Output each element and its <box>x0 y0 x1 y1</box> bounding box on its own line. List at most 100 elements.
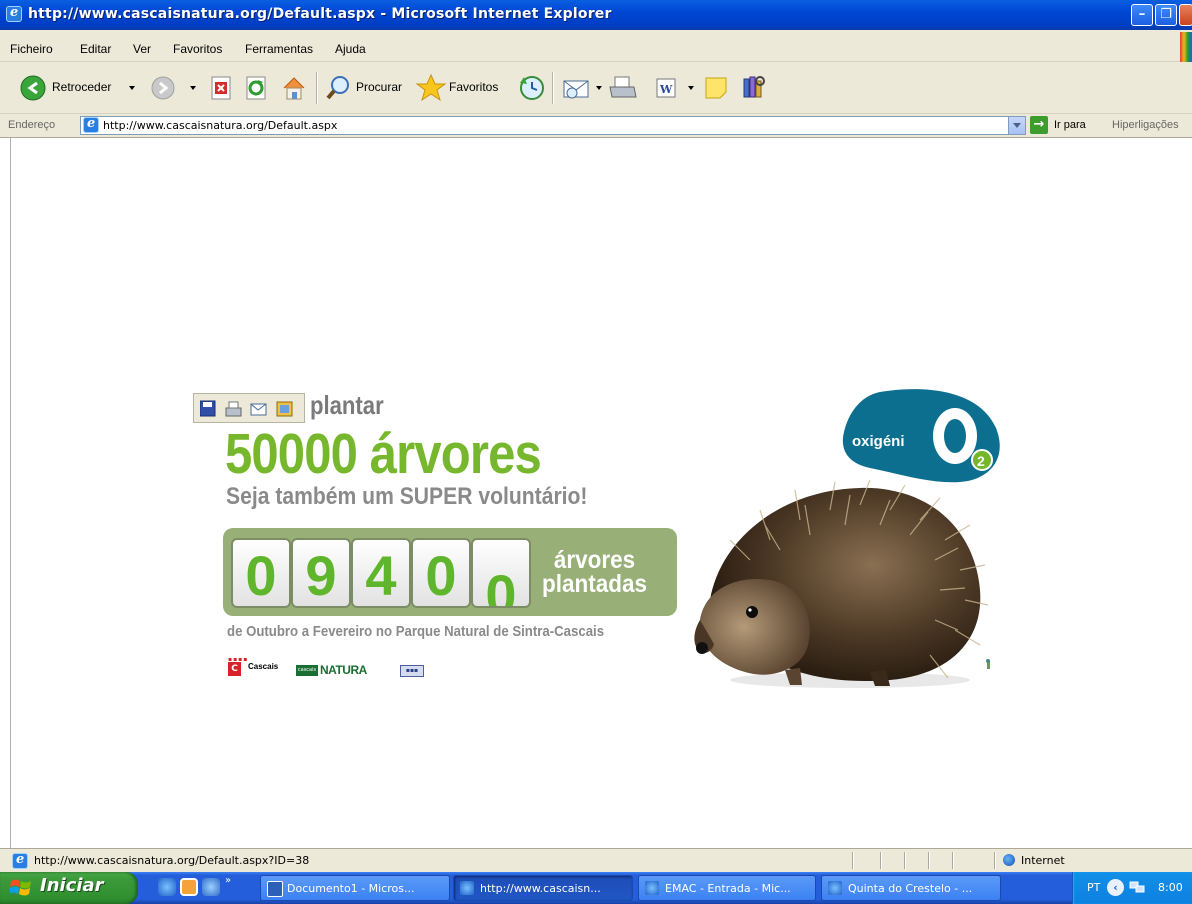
window-title: http://www.cascaisnatura.org/Default.asp… <box>28 6 612 22</box>
go-button[interactable]: → Ir para <box>1030 116 1100 135</box>
ie-icon <box>460 881 474 895</box>
discuss-note-icon[interactable] <box>703 75 729 101</box>
close-button[interactable] <box>1179 4 1192 26</box>
search-button[interactable]: Procurar <box>356 80 402 94</box>
maximize-button[interactable]: ❐ <box>1155 4 1177 26</box>
edit-dropdown-icon[interactable] <box>688 86 694 90</box>
quicklaunch-more-icon[interactable]: » <box>225 875 231 886</box>
status-page-icon <box>12 852 28 869</box>
language-indicator[interactable]: PT <box>1087 881 1100 894</box>
svg-text:W: W <box>659 83 673 96</box>
hedgehog-image <box>694 480 989 688</box>
menu-favoritos[interactable]: Favoritos <box>173 42 222 56</box>
svg-text:2: 2 <box>977 453 985 469</box>
taskbar: Iniciar » Documento1 - Micros... http://… <box>0 872 1192 904</box>
counter-digit: 9 <box>291 538 351 608</box>
page-ie-icon <box>83 116 99 133</box>
sponsor-logos: ▪▪▪▪ C Cascais cascais NATURA ▪▪▪ <box>228 656 458 686</box>
task-label: http://www.cascaisn... <box>480 882 601 895</box>
my-pictures-icon[interactable] <box>276 401 293 417</box>
forward-dropdown-icon[interactable] <box>190 86 196 90</box>
ie2-quicklaunch-icon[interactable] <box>202 878 220 896</box>
menu-ficheiro[interactable]: Ficheiro <box>10 42 53 56</box>
mail-dropdown-icon[interactable] <box>596 86 602 90</box>
go-label[interactable]: Ir para <box>1054 119 1086 131</box>
banner-period: de Outubro a Fevereiro no Parque Natural… <box>227 623 605 640</box>
forward-arrow-icon[interactable] <box>151 76 175 100</box>
security-zone: Internet <box>1021 854 1065 867</box>
research-books-icon[interactable] <box>740 73 768 101</box>
clock[interactable]: 8:00 <box>1158 881 1183 894</box>
counter-digit-rolling: 0 <box>471 538 531 608</box>
banner-plantar: plantar <box>310 390 384 420</box>
natura-box: cascais <box>296 665 318 676</box>
network-icon[interactable] <box>1129 880 1145 894</box>
task-cascaisnatura[interactable]: http://www.cascaisn... <box>453 875 633 901</box>
cascais-logo-icon[interactable]: C <box>228 662 241 676</box>
start-label[interactable]: Iniciar <box>40 875 104 896</box>
history-icon[interactable] <box>517 74 545 102</box>
windows-flag-icon <box>1180 32 1192 62</box>
counter-label: árvores plantadas <box>536 546 653 598</box>
internet-zone-icon <box>1003 854 1015 866</box>
search-icon[interactable] <box>326 75 352 101</box>
ie-quicklaunch-icon[interactable] <box>158 878 176 896</box>
address-input[interactable] <box>103 118 983 133</box>
task-label: EMAC - Entrada - Mic... <box>665 882 791 895</box>
image-toolbar <box>193 393 305 423</box>
title-bar[interactable]: http://www.cascaisnatura.org/Default.asp… <box>0 0 1192 30</box>
tray-expand-icon[interactable]: ‹ <box>1107 879 1124 896</box>
counter-digit: 4 <box>351 538 411 608</box>
menu-bar: Ficheiro Editar Ver Favoritos Ferramenta… <box>0 30 1192 62</box>
task-documento1[interactable]: Documento1 - Micros... <box>260 875 450 901</box>
address-field[interactable] <box>80 116 1026 135</box>
favorites-star-icon[interactable] <box>416 73 446 103</box>
back-arrow-icon[interactable] <box>20 75 46 101</box>
stop-icon[interactable] <box>210 76 234 100</box>
oxigenio-logo[interactable]: 2 oxigéni <box>840 388 1005 484</box>
cascais-logo-text[interactable]: Cascais <box>248 662 278 671</box>
word-icon <box>267 881 283 897</box>
media-quicklaunch-icon[interactable] <box>180 878 198 896</box>
address-label: Endereço <box>8 119 56 131</box>
status-text: http://www.cascaisnatura.org/Default.asp… <box>34 854 310 867</box>
ie-icon <box>828 881 842 895</box>
refresh-icon[interactable] <box>245 76 269 100</box>
favorites-button[interactable]: Favoritos <box>449 80 498 94</box>
tree-counter: 0 9 4 0 0 árvores plantadas <box>223 528 677 616</box>
save-image-icon[interactable] <box>200 400 216 417</box>
counter-digit: 0 <box>231 538 291 608</box>
oxigenio-text: oxigéni <box>852 433 905 450</box>
toolbar: Retroceder Procurar Favoritos W <box>0 62 1192 114</box>
task-label: Documento1 - Micros... <box>287 882 415 895</box>
back-button[interactable]: Retroceder <box>52 80 111 94</box>
back-dropdown-icon[interactable] <box>129 86 135 90</box>
task-quinta-crestelo[interactable]: Quinta do Crestelo - ... <box>821 875 1001 901</box>
menu-editar[interactable]: Editar <box>80 42 111 56</box>
task-emac[interactable]: EMAC - Entrada - Mic... <box>638 875 816 901</box>
counter-label-line1: árvores <box>553 546 636 574</box>
menu-ver[interactable]: Ver <box>133 42 151 56</box>
start-button[interactable]: Iniciar <box>0 872 138 904</box>
small-tree-icon <box>986 659 990 669</box>
natura-logo[interactable]: cascais NATURA <box>296 663 382 677</box>
address-bar: Endereço → Ir para Hiperligações <box>0 114 1192 138</box>
partner-logo[interactable]: ▪▪▪ <box>400 665 424 677</box>
counter-label-line2: plantadas <box>541 570 648 598</box>
counter-digit: 0 <box>411 538 471 608</box>
menu-ajuda[interactable]: Ajuda <box>335 42 366 56</box>
address-dropdown-icon[interactable] <box>1008 117 1025 134</box>
mail-image-icon[interactable] <box>250 403 267 416</box>
mail-icon[interactable] <box>562 75 592 101</box>
home-icon[interactable] <box>280 74 308 102</box>
edit-word-icon[interactable]: W <box>654 76 678 100</box>
menu-ferramentas[interactable]: Ferramentas <box>245 42 313 56</box>
print-image-icon[interactable] <box>225 401 242 417</box>
go-arrow-icon[interactable]: → <box>1030 116 1048 134</box>
task-label: Quinta do Crestelo - ... <box>848 882 973 895</box>
banner-headline: 50000 árvores <box>225 422 542 486</box>
print-icon[interactable] <box>608 75 638 101</box>
status-bar: http://www.cascaisnatura.org/Default.asp… <box>0 848 1192 872</box>
links-label[interactable]: Hiperligações <box>1112 119 1179 131</box>
minimize-button[interactable]: – <box>1131 4 1153 26</box>
